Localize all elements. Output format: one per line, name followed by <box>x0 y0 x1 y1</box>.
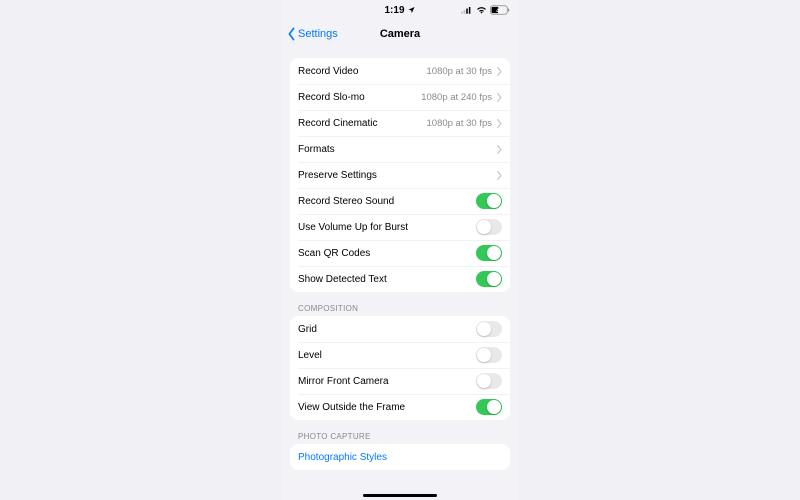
phone-frame: 1:19 <box>282 0 518 500</box>
row-label: Scan QR Codes <box>298 248 476 259</box>
row-mirror: Mirror Front Camera <box>290 368 510 394</box>
row-photographic-styles[interactable]: Photographic Styles <box>290 444 510 470</box>
row-label: Record Stereo Sound <box>298 196 476 207</box>
row-label: Photographic Styles <box>298 452 502 463</box>
row-outside-frame: View Outside the Frame <box>290 394 510 420</box>
toggle-grid[interactable] <box>476 321 502 337</box>
toggle-outside-frame[interactable] <box>476 399 502 415</box>
section-header-photo-capture: PHOTO CAPTURE <box>282 420 518 444</box>
chevron-left-icon <box>286 27 297 41</box>
row-formats[interactable]: Formats <box>290 136 510 162</box>
row-stereo-sound: Record Stereo Sound <box>290 188 510 214</box>
chevron-right-icon <box>496 67 502 76</box>
home-indicator[interactable] <box>363 494 437 497</box>
back-button[interactable]: Settings <box>286 27 338 41</box>
row-record-video[interactable]: Record Video 1080p at 30 fps <box>290 58 510 84</box>
row-detail: 1080p at 30 fps <box>427 66 493 77</box>
row-label: Use Volume Up for Burst <box>298 222 476 233</box>
cellular-icon <box>461 6 473 14</box>
toggle-mirror[interactable] <box>476 373 502 389</box>
row-label: Grid <box>298 324 476 335</box>
chevron-right-icon <box>496 171 502 180</box>
row-label: Record Slo-mo <box>298 92 421 103</box>
row-label: Record Cinematic <box>298 118 427 129</box>
row-label: Record Video <box>298 66 427 77</box>
section-header-composition: COMPOSITION <box>282 292 518 316</box>
svg-text:44: 44 <box>496 8 502 14</box>
row-label: Show Detected Text <box>298 274 476 285</box>
row-label: Mirror Front Camera <box>298 376 476 387</box>
row-label: Preserve Settings <box>298 170 496 181</box>
back-label: Settings <box>298 28 338 40</box>
wifi-icon <box>476 6 487 14</box>
toggle-detected-text[interactable] <box>476 271 502 287</box>
chevron-right-icon <box>496 145 502 154</box>
toggle-stereo-sound[interactable] <box>476 193 502 209</box>
row-scan-qr: Scan QR Codes <box>290 240 510 266</box>
group-photo-capture: Photographic Styles <box>290 444 510 470</box>
settings-scroll[interactable]: Record Video 1080p at 30 fps Record Slo-… <box>282 48 518 470</box>
page-title: Camera <box>380 28 420 40</box>
status-bar: 1:19 <box>282 0 518 20</box>
nav-bar: Settings Camera <box>282 20 518 48</box>
row-volume-burst: Use Volume Up for Burst <box>290 214 510 240</box>
battery-icon: 44 <box>490 5 510 15</box>
status-time: 1:19 <box>384 5 404 16</box>
chevron-right-icon <box>496 93 502 102</box>
row-preserve-settings[interactable]: Preserve Settings <box>290 162 510 188</box>
toggle-scan-qr[interactable] <box>476 245 502 261</box>
row-record-cinematic[interactable]: Record Cinematic 1080p at 30 fps <box>290 110 510 136</box>
row-grid: Grid <box>290 316 510 342</box>
location-icon <box>408 6 416 14</box>
group-recording: Record Video 1080p at 30 fps Record Slo-… <box>290 58 510 292</box>
row-label: View Outside the Frame <box>298 402 476 413</box>
row-detected-text: Show Detected Text <box>290 266 510 292</box>
row-record-slomo[interactable]: Record Slo-mo 1080p at 240 fps <box>290 84 510 110</box>
chevron-right-icon <box>496 119 502 128</box>
group-composition: Grid Level Mirror Front Camera View Outs… <box>290 316 510 420</box>
row-label: Level <box>298 350 476 361</box>
row-detail: 1080p at 30 fps <box>427 118 493 129</box>
toggle-volume-burst[interactable] <box>476 219 502 235</box>
row-detail: 1080p at 240 fps <box>421 92 492 103</box>
row-label: Formats <box>298 144 496 155</box>
row-level: Level <box>290 342 510 368</box>
toggle-level[interactable] <box>476 347 502 363</box>
